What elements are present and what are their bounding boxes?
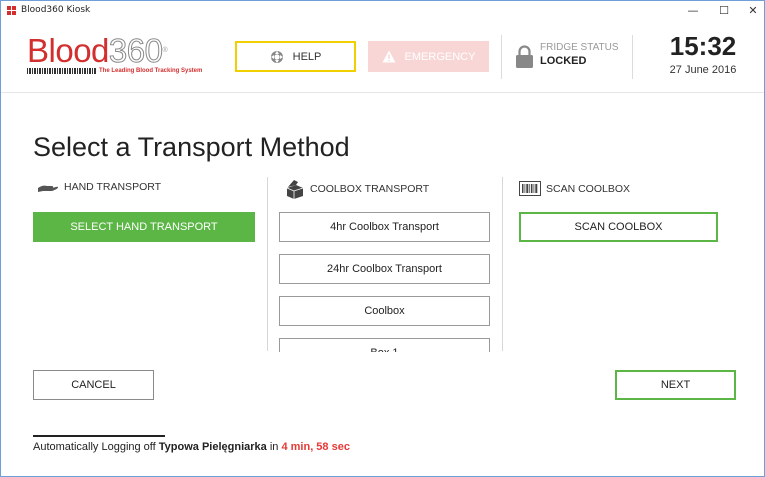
help-button[interactable]: HELP xyxy=(235,41,356,72)
column-divider xyxy=(267,177,268,351)
coolbox-option-24hr[interactable]: 24hr Coolbox Transport xyxy=(279,254,490,284)
fridge-status-value: LOCKED xyxy=(540,55,587,67)
column-divider xyxy=(502,177,503,351)
coolbox-transport-list[interactable]: 4hr Coolbox Transport 24hr Coolbox Trans… xyxy=(279,212,490,352)
help-label: HELP xyxy=(292,50,322,63)
auto-logoff-message: Automatically Logging off Typowa Pielęgn… xyxy=(33,441,350,453)
emergency-label: EMERGENCY xyxy=(404,50,476,63)
blood360-logo: Blood360® The Leading Blood Tracking Sys… xyxy=(27,32,202,74)
cancel-button[interactable]: CANCEL xyxy=(33,370,154,400)
logo-wordmark: Blood360® xyxy=(27,32,202,69)
logo-word: Blood xyxy=(27,32,109,69)
hand-transport-heading-label: HAND TRANSPORT xyxy=(64,181,162,193)
emergency-button[interactable]: EMERGENCY xyxy=(368,41,489,72)
warning-triangle-icon xyxy=(382,50,396,63)
minimize-button[interactable]: — xyxy=(683,3,703,19)
coolbox-option-box-1[interactable]: Box 1 xyxy=(279,338,490,352)
coolbox-icon xyxy=(286,180,304,199)
coolbox-transport-heading: COOLBOX TRANSPORT xyxy=(285,179,429,199)
logged-in-user: Typowa Pielęgniarka xyxy=(158,441,267,453)
title-bar: Blood360 Kiosk — ☐ ✕ xyxy=(1,1,764,21)
logo-tagline-row: The Leading Blood Tracking System xyxy=(27,68,202,74)
lifebuoy-icon xyxy=(270,50,283,63)
coolbox-option-4hr[interactable]: 4hr Coolbox Transport xyxy=(279,212,490,242)
hand-icon xyxy=(38,185,58,192)
page-title: Select a Transport Method xyxy=(33,132,350,162)
window-title: Blood360 Kiosk xyxy=(21,5,91,15)
scan-coolbox-button[interactable]: SCAN COOLBOX xyxy=(519,212,718,242)
logo-registered: ® xyxy=(162,47,168,54)
kiosk-window: Blood360 Kiosk — ☐ ✕ Blood360® The Leadi… xyxy=(0,0,765,477)
select-hand-transport-button[interactable]: SELECT HAND TRANSPORT xyxy=(33,212,255,242)
barcode-icon xyxy=(519,181,541,196)
logoff-progress-bar xyxy=(33,435,165,437)
logoff-prefix: Automatically Logging off xyxy=(33,441,159,453)
coolbox-option-coolbox[interactable]: Coolbox xyxy=(279,296,490,326)
padlock-icon xyxy=(516,45,533,68)
fridge-status-label: FRIDGE STATUS xyxy=(540,42,619,53)
logoff-in: in xyxy=(266,441,282,453)
scan-coolbox-heading: SCAN COOLBOX xyxy=(519,181,630,196)
logoff-progress-fill xyxy=(33,435,165,437)
maximize-button[interactable]: ☐ xyxy=(714,3,734,19)
logo-barcode xyxy=(27,68,97,74)
close-button[interactable]: ✕ xyxy=(743,3,763,19)
clock-time: 15:32 xyxy=(669,31,737,61)
header-divider xyxy=(632,35,633,79)
logo-tagline: The Leading Blood Tracking System xyxy=(99,68,203,74)
blood360-app-icon xyxy=(7,6,17,16)
clock-date: 27 June 2016 xyxy=(669,64,737,76)
hand-transport-heading: HAND TRANSPORT xyxy=(37,181,161,193)
logo-number: 360 xyxy=(108,32,163,69)
header-divider xyxy=(501,35,502,79)
next-button[interactable]: NEXT xyxy=(615,370,736,400)
scan-coolbox-heading-label: SCAN COOLBOX xyxy=(546,182,631,195)
logoff-countdown: 4 min, 58 sec xyxy=(281,441,350,453)
header: Blood360® The Leading Blood Tracking Sys… xyxy=(1,21,764,93)
coolbox-transport-heading-label: COOLBOX TRANSPORT xyxy=(310,183,430,195)
